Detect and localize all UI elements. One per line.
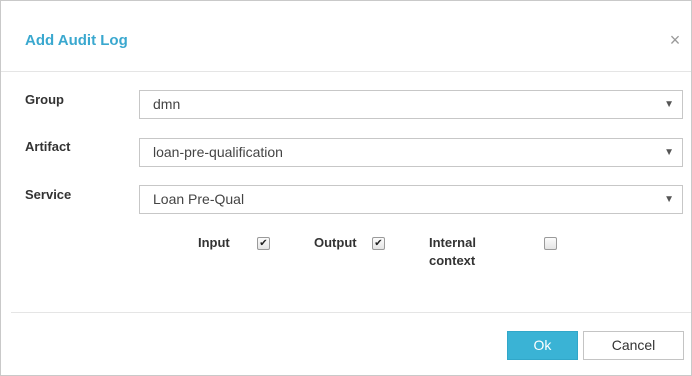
internal-context-checkbox-label: Internal context: [429, 234, 476, 270]
internal-context-label-line2: context: [429, 253, 476, 268]
service-select-value: Loan Pre-Qual: [153, 191, 245, 207]
service-select[interactable]: Loan Pre-Qual ▼: [139, 185, 683, 214]
ok-button[interactable]: Ok: [507, 331, 578, 360]
chevron-down-icon: ▼: [664, 194, 674, 205]
group-select-value: dmn: [153, 96, 181, 112]
group-label: Group: [25, 92, 64, 107]
input-checkbox-label: Input: [198, 235, 230, 250]
checkmark-icon: ✔: [374, 238, 383, 249]
internal-context-checkbox[interactable]: [544, 237, 557, 250]
footer-divider: [11, 312, 691, 313]
close-icon[interactable]: ×: [665, 30, 685, 50]
service-label: Service: [25, 187, 72, 202]
output-checkbox[interactable]: ✔: [372, 237, 385, 250]
cancel-button[interactable]: Cancel: [583, 331, 684, 360]
internal-context-label-line1: Internal: [429, 235, 476, 250]
artifact-select-value: loan-pre-qualification: [153, 144, 283, 160]
dialog-title: Add Audit Log: [25, 32, 128, 49]
add-audit-log-dialog: Add Audit Log × Group dmn ▼ Artifact loa…: [0, 0, 692, 376]
artifact-select[interactable]: loan-pre-qualification ▼: [139, 138, 683, 167]
output-checkbox-label: Output: [314, 235, 357, 250]
group-select[interactable]: dmn ▼: [139, 90, 683, 119]
checkmark-icon: ✔: [259, 238, 268, 249]
artifact-label: Artifact: [25, 139, 71, 154]
dialog-header: Add Audit Log ×: [1, 1, 691, 72]
chevron-down-icon: ▼: [664, 99, 674, 110]
input-checkbox[interactable]: ✔: [257, 237, 270, 250]
chevron-down-icon: ▼: [664, 147, 674, 158]
